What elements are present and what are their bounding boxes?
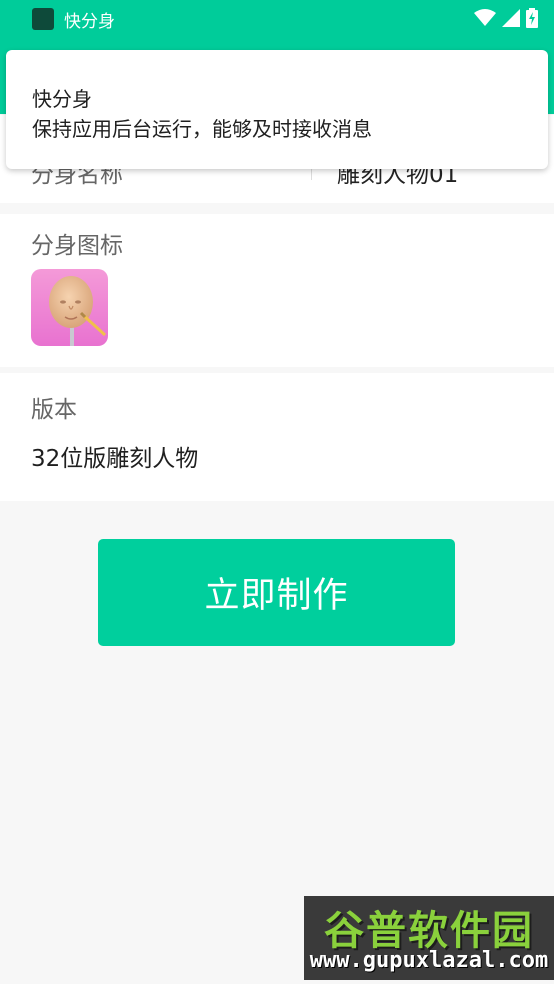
status-bar: 快分身 [0,0,554,48]
status-app-name: 快分身 [64,12,115,32]
icon-label: 分身图标 [31,233,123,259]
notification-card[interactable]: 快分身 保持应用后台运行，能够及时接收消息 [6,50,548,169]
app-notification-icon [32,8,54,30]
wifi-icon [474,9,496,27]
clone-app-icon[interactable] [31,269,108,346]
version-section [0,373,554,501]
version-value[interactable]: 32位版雕刻人物 [31,439,198,473]
status-icons [474,8,538,28]
watermark-url: www.gupuxlazal.com [309,948,549,973]
signal-icon [502,9,520,27]
notification-title: 快分身 [32,87,92,111]
battery-icon [526,8,538,28]
watermark: 谷普软件园 www.gupuxlazal.com [304,896,554,980]
version-label: 版本 [31,397,77,423]
make-now-button[interactable]: 立即制作 [98,539,455,646]
notification-text: 保持应用后台运行，能够及时接收消息 [32,117,372,141]
